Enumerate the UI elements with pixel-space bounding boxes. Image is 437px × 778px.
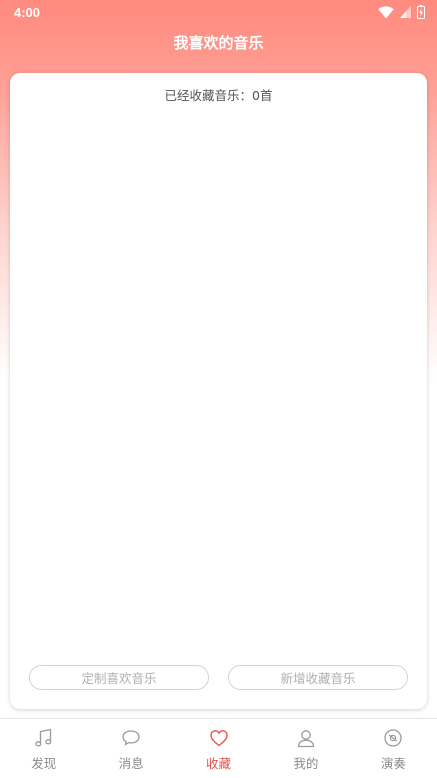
- tab-messages-label: 消息: [118, 756, 144, 771]
- chat-bubble-icon: [122, 730, 140, 746]
- tab-discover-label: 发现: [31, 756, 57, 771]
- status-icons: [378, 5, 425, 19]
- battery-icon: [417, 5, 425, 19]
- heart-icon: [209, 730, 228, 747]
- favorites-count-text: 已经收藏音乐：0首: [164, 88, 273, 103]
- wifi-icon: [378, 5, 394, 19]
- music-note-icon: [34, 728, 52, 747]
- tab-messages[interactable]: 消息: [87, 719, 174, 778]
- tab-discover[interactable]: 发现: [0, 719, 87, 778]
- signal-icon: [400, 6, 411, 18]
- tab-play-label: 演奏: [380, 756, 406, 771]
- bottom-tab-bar: 发现 消息 收藏 我的 演奏: [0, 718, 437, 778]
- tab-favorites-label: 收藏: [206, 756, 232, 771]
- tab-profile[interactable]: 我的: [262, 719, 349, 778]
- status-time: 4:00: [14, 4, 41, 20]
- user-icon: [297, 730, 315, 748]
- disc-icon: [384, 729, 402, 747]
- tab-favorites[interactable]: 收藏: [175, 719, 262, 778]
- tab-play[interactable]: 演奏: [350, 719, 437, 778]
- status-bar: 4:00: [0, 0, 437, 24]
- customize-favorites-button[interactable]: 定制喜欢音乐: [29, 665, 209, 690]
- title-bar: 我喜欢的音乐: [0, 24, 437, 60]
- tab-profile-label: 我的: [293, 756, 319, 771]
- page-title: 我喜欢的音乐: [173, 33, 264, 52]
- add-favorite-button[interactable]: 新增收藏音乐: [228, 665, 408, 690]
- favorites-card: 已经收藏音乐：0首 定制喜欢音乐 新增收藏音乐: [10, 73, 427, 709]
